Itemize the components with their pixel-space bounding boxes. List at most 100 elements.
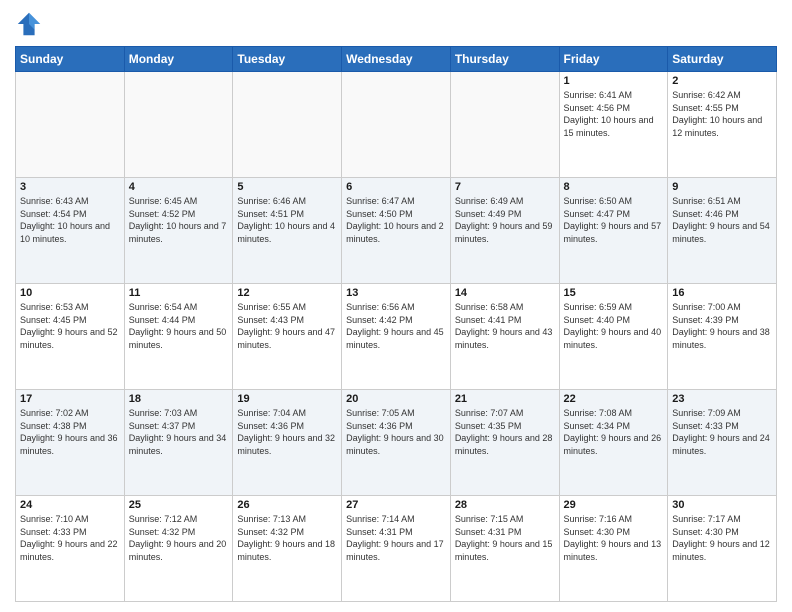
calendar-cell: 3Sunrise: 6:43 AM Sunset: 4:54 PM Daylig… [16, 178, 125, 284]
calendar-cell: 7 Sunrise: 6:49 AM Sunset: 4:49 PM Daylig… [450, 178, 559, 284]
calendar-cell [233, 72, 342, 178]
day-number: 30 [672, 499, 772, 511]
day-info: Sunrise: 7:16 AM Sunset: 4:30 PM Dayligh… [564, 513, 664, 563]
day-number: 7 [455, 181, 555, 193]
calendar-cell: 27Sunrise: 7:14 AM Sunset: 4:31 PM Dayli… [342, 496, 451, 602]
day-number: 10 [20, 287, 120, 299]
day-info: Sunrise: 6:42 AM Sunset: 4:55 PM Dayligh… [672, 89, 772, 139]
calendar-cell: 30 Sunrise: 7:17 AM Sunset: 4:30 PM Dayli… [668, 496, 777, 602]
calendar-cell: 18 Sunrise: 7:03 AM Sunset: 4:37 PM Dayli… [124, 390, 233, 496]
day-info: Sunrise: 6:45 AM Sunset: 4:52 PM Dayligh… [129, 195, 229, 245]
calendar-cell: 2 Sunrise: 6:42 AM Sunset: 4:55 PM Daylig… [668, 72, 777, 178]
calendar-week-4: 24 Sunrise: 7:10 AM Sunset: 4:33 PM Dayli… [16, 496, 777, 602]
day-info: Sunrise: 7:02 AM Sunset: 4:38 PM Dayligh… [20, 407, 120, 457]
calendar-cell: 17 Sunrise: 7:02 AM Sunset: 4:38 PM Dayli… [16, 390, 125, 496]
day-info: Sunrise: 6:58 AM Sunset: 4:41 PM Dayligh… [455, 301, 555, 351]
weekday-header-thursday: Thursday [450, 47, 559, 72]
day-info: Sunrise: 7:00 AM Sunset: 4:39 PM Dayligh… [672, 301, 772, 351]
day-info: Sunrise: 7:17 AM Sunset: 4:30 PM Dayligh… [672, 513, 772, 563]
day-info: Sunrise: 6:59 AM Sunset: 4:40 PM Dayligh… [564, 301, 664, 351]
day-number: 26 [237, 499, 337, 511]
day-info: Sunrise: 6:54 AM Sunset: 4:44 PM Dayligh… [129, 301, 229, 351]
calendar-cell: 23 Sunrise: 7:09 AM Sunset: 4:33 PM Dayli… [668, 390, 777, 496]
calendar-header: SundayMondayTuesdayWednesdayThursdayFrid… [16, 47, 777, 72]
calendar-cell: 26Sunrise: 7:13 AM Sunset: 4:32 PM Dayli… [233, 496, 342, 602]
calendar-cell: 19 Sunrise: 7:04 AM Sunset: 4:36 PM Dayli… [233, 390, 342, 496]
day-info: Sunrise: 7:15 AM Sunset: 4:31 PM Dayligh… [455, 513, 555, 563]
day-number: 19 [237, 393, 337, 405]
calendar-week-3: 17 Sunrise: 7:02 AM Sunset: 4:38 PM Dayli… [16, 390, 777, 496]
logo [15, 10, 47, 38]
day-number: 8 [564, 181, 664, 193]
weekday-row: SundayMondayTuesdayWednesdayThursdayFrid… [16, 47, 777, 72]
calendar-cell: 28 Sunrise: 7:15 AM Sunset: 4:31 PM Dayli… [450, 496, 559, 602]
day-info: Sunrise: 7:08 AM Sunset: 4:34 PM Dayligh… [564, 407, 664, 457]
calendar-cell: 14 Sunrise: 6:58 AM Sunset: 4:41 PM Dayli… [450, 284, 559, 390]
calendar-cell: 1Sunrise: 6:41 AM Sunset: 4:56 PM Daylig… [559, 72, 668, 178]
day-number: 23 [672, 393, 772, 405]
day-info: Sunrise: 6:56 AM Sunset: 4:42 PM Dayligh… [346, 301, 446, 351]
calendar-cell: 24 Sunrise: 7:10 AM Sunset: 4:33 PM Dayli… [16, 496, 125, 602]
day-number: 27 [346, 499, 446, 511]
page: SundayMondayTuesdayWednesdayThursdayFrid… [0, 0, 792, 612]
day-number: 11 [129, 287, 229, 299]
day-number: 13 [346, 287, 446, 299]
day-number: 15 [564, 287, 664, 299]
calendar-table: SundayMondayTuesdayWednesdayThursdayFrid… [15, 46, 777, 602]
day-number: 12 [237, 287, 337, 299]
day-info: Sunrise: 7:03 AM Sunset: 4:37 PM Dayligh… [129, 407, 229, 457]
day-info: Sunrise: 6:53 AM Sunset: 4:45 PM Dayligh… [20, 301, 120, 351]
weekday-header-sunday: Sunday [16, 47, 125, 72]
calendar-cell: 29 Sunrise: 7:16 AM Sunset: 4:30 PM Dayli… [559, 496, 668, 602]
calendar-cell: 25Sunrise: 7:12 AM Sunset: 4:32 PM Dayli… [124, 496, 233, 602]
day-number: 20 [346, 393, 446, 405]
day-info: Sunrise: 7:09 AM Sunset: 4:33 PM Dayligh… [672, 407, 772, 457]
calendar-week-0: 1Sunrise: 6:41 AM Sunset: 4:56 PM Daylig… [16, 72, 777, 178]
weekday-header-monday: Monday [124, 47, 233, 72]
calendar-cell: 13 Sunrise: 6:56 AM Sunset: 4:42 PM Dayli… [342, 284, 451, 390]
calendar-cell: 8 Sunrise: 6:50 AM Sunset: 4:47 PM Daylig… [559, 178, 668, 284]
calendar-cell [16, 72, 125, 178]
day-info: Sunrise: 7:12 AM Sunset: 4:32 PM Dayligh… [129, 513, 229, 563]
weekday-header-tuesday: Tuesday [233, 47, 342, 72]
calendar-cell: 22 Sunrise: 7:08 AM Sunset: 4:34 PM Dayli… [559, 390, 668, 496]
day-info: Sunrise: 6:41 AM Sunset: 4:56 PM Dayligh… [564, 89, 664, 139]
header [15, 10, 777, 38]
calendar-cell: 4Sunrise: 6:45 AM Sunset: 4:52 PM Daylig… [124, 178, 233, 284]
day-info: Sunrise: 6:46 AM Sunset: 4:51 PM Dayligh… [237, 195, 337, 245]
calendar-cell: 12 Sunrise: 6:55 AM Sunset: 4:43 PM Dayli… [233, 284, 342, 390]
day-number: 5 [237, 181, 337, 193]
day-info: Sunrise: 6:49 AM Sunset: 4:49 PM Dayligh… [455, 195, 555, 245]
weekday-header-friday: Friday [559, 47, 668, 72]
calendar-cell: 9Sunrise: 6:51 AM Sunset: 4:46 PM Daylig… [668, 178, 777, 284]
day-info: Sunrise: 6:50 AM Sunset: 4:47 PM Dayligh… [564, 195, 664, 245]
day-number: 14 [455, 287, 555, 299]
day-number: 16 [672, 287, 772, 299]
calendar-cell: 6Sunrise: 6:47 AM Sunset: 4:50 PM Daylig… [342, 178, 451, 284]
day-number: 29 [564, 499, 664, 511]
calendar-week-1: 3Sunrise: 6:43 AM Sunset: 4:54 PM Daylig… [16, 178, 777, 284]
weekday-header-wednesday: Wednesday [342, 47, 451, 72]
day-info: Sunrise: 6:55 AM Sunset: 4:43 PM Dayligh… [237, 301, 337, 351]
calendar-cell: 20Sunrise: 7:05 AM Sunset: 4:36 PM Dayli… [342, 390, 451, 496]
day-number: 18 [129, 393, 229, 405]
calendar-cell: 10 Sunrise: 6:53 AM Sunset: 4:45 PM Dayli… [16, 284, 125, 390]
day-info: Sunrise: 7:07 AM Sunset: 4:35 PM Dayligh… [455, 407, 555, 457]
calendar-cell: 16 Sunrise: 7:00 AM Sunset: 4:39 PM Dayli… [668, 284, 777, 390]
calendar-cell: 5 Sunrise: 6:46 AM Sunset: 4:51 PM Daylig… [233, 178, 342, 284]
day-info: Sunrise: 7:10 AM Sunset: 4:33 PM Dayligh… [20, 513, 120, 563]
day-info: Sunrise: 7:04 AM Sunset: 4:36 PM Dayligh… [237, 407, 337, 457]
day-number: 28 [455, 499, 555, 511]
calendar-cell: 15 Sunrise: 6:59 AM Sunset: 4:40 PM Dayli… [559, 284, 668, 390]
calendar-cell [342, 72, 451, 178]
day-info: Sunrise: 6:51 AM Sunset: 4:46 PM Dayligh… [672, 195, 772, 245]
day-number: 2 [672, 75, 772, 87]
day-info: Sunrise: 6:43 AM Sunset: 4:54 PM Dayligh… [20, 195, 120, 245]
calendar-body: 1Sunrise: 6:41 AM Sunset: 4:56 PM Daylig… [16, 72, 777, 602]
day-number: 24 [20, 499, 120, 511]
weekday-header-saturday: Saturday [668, 47, 777, 72]
calendar-week-2: 10 Sunrise: 6:53 AM Sunset: 4:45 PM Dayli… [16, 284, 777, 390]
day-number: 22 [564, 393, 664, 405]
day-number: 17 [20, 393, 120, 405]
calendar-cell [124, 72, 233, 178]
